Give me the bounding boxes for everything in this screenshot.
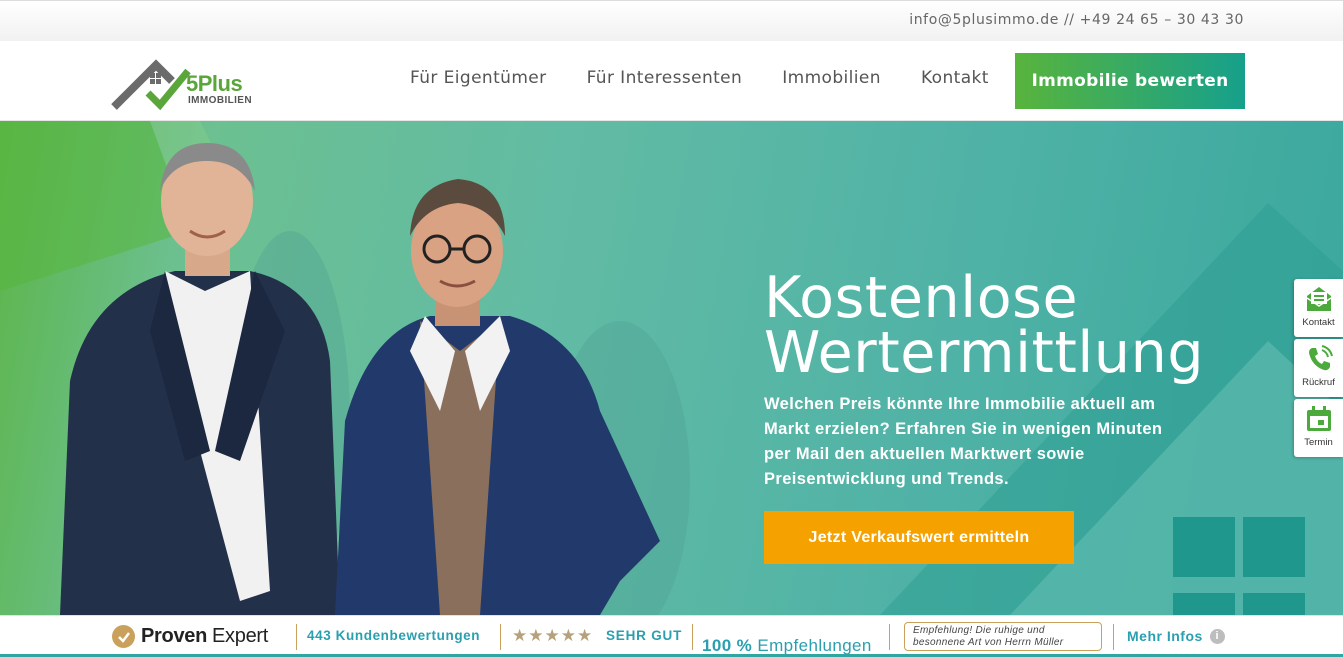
review-quote: Empfehlung! Die ruhige und besonnene Art…	[904, 622, 1102, 651]
hero-section: Kostenlose Wertermittlung Welchen Preis …	[0, 121, 1343, 615]
checkmark-icon	[112, 625, 135, 648]
hero-title: Kostenlose Wertermittlung	[764, 265, 1205, 386]
nav-item-eigentuemer[interactable]: Für Eigentümer	[410, 68, 547, 88]
verkaufswert-ermitteln-button[interactable]: Jetzt Verkaufswert ermitteln	[764, 511, 1074, 564]
side-item-label: Termin	[1304, 437, 1333, 448]
main-nav: Für Eigentümer Für Interessenten Immobil…	[410, 68, 1029, 88]
site-header: 5Plus IMMOBILIEN Für Eigentümer Für Inte…	[0, 41, 1343, 121]
divider	[889, 624, 890, 650]
side-contact-widget: Kontakt Rückruf Termin	[1294, 279, 1343, 459]
logo-subtitle: IMMOBILIEN	[188, 95, 252, 106]
side-item-rueckruf[interactable]: Rückruf	[1294, 339, 1343, 397]
divider	[692, 624, 693, 650]
nav-item-interessenten[interactable]: Für Interessenten	[587, 68, 743, 88]
recommendation-rate: 100 % Empfehlungen	[702, 636, 872, 655]
star-rating-icon: ★★★★★	[512, 626, 594, 645]
calendar-icon	[1306, 406, 1331, 431]
hero-lead-text: Welchen Preis könnte Ihre Immobilie aktu…	[764, 395, 1163, 488]
provenexpert-bar[interactable]: Proven Expert 443 Kundenbewertungen ★★★★…	[0, 615, 1343, 657]
logo-wordmark: 5Plus	[186, 71, 243, 96]
provenexpert-logo[interactable]: Proven Expert	[112, 625, 268, 648]
side-item-termin[interactable]: Termin	[1294, 399, 1343, 457]
top-contact-bar: info@5plusimmo.de // +49 24 65 – 30 43 3…	[0, 0, 1343, 41]
divider	[296, 624, 297, 650]
site-logo[interactable]: 5Plus IMMOBILIEN	[110, 51, 260, 113]
immobilie-bewerten-button[interactable]: Immobilie bewerten	[1015, 53, 1245, 109]
side-item-label: Kontakt	[1302, 317, 1335, 328]
more-info-link[interactable]: Mehr Infos i	[1127, 628, 1225, 644]
review-count[interactable]: 443 Kundenbewertungen	[307, 628, 480, 643]
mail-icon	[1306, 287, 1331, 311]
side-item-label: Rückruf	[1302, 377, 1335, 388]
nav-item-immobilien[interactable]: Immobilien	[782, 68, 881, 88]
side-item-kontakt[interactable]: Kontakt	[1294, 279, 1343, 337]
divider	[1113, 624, 1114, 650]
rating-label: SEHR GUT	[606, 628, 683, 643]
phone-icon	[1308, 345, 1333, 371]
nav-item-kontakt[interactable]: Kontakt	[921, 68, 989, 88]
info-icon: i	[1209, 628, 1225, 644]
contact-info[interactable]: info@5plusimmo.de // +49 24 65 – 30 43 3…	[909, 12, 1244, 28]
divider	[500, 624, 501, 650]
